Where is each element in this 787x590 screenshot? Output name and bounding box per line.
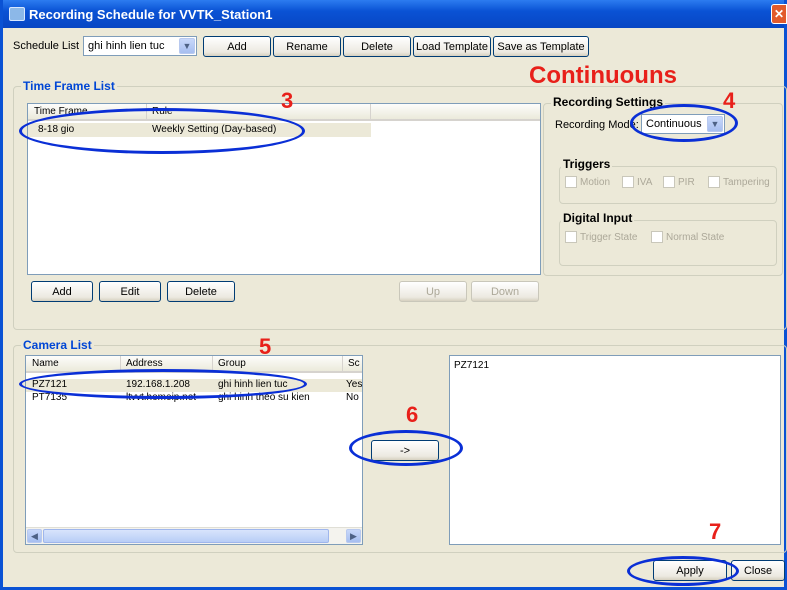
pir-label: PIR — [678, 177, 695, 188]
close-button[interactable]: Close — [731, 560, 785, 581]
trigger-state-checkbox[interactable] — [565, 231, 577, 243]
annotation-number-5: 5 — [259, 334, 272, 359]
load-template-button[interactable]: Load Template — [413, 36, 491, 57]
recording-schedule-window: Recording Schedule for VVTK_Station1 ✕ S… — [0, 0, 787, 590]
annotation-ellipse-arrow-button — [349, 430, 463, 466]
window-title: Recording Schedule for VVTK_Station1 — [29, 6, 273, 22]
time-frame-add-button[interactable]: Add — [31, 281, 93, 302]
annotation-heading: Continuouns — [529, 62, 677, 89]
normal-state-checkbox[interactable] — [651, 231, 663, 243]
save-as-template-button[interactable]: Save as Template — [493, 36, 589, 57]
app-icon — [9, 7, 25, 21]
tampering-label: Tampering — [723, 177, 770, 188]
selected-camera-list[interactable]: PZ7121 — [449, 355, 781, 545]
iva-checkbox[interactable] — [622, 176, 634, 188]
camera-schedule-value: No — [346, 392, 359, 403]
time-frame-down-button[interactable]: Down — [471, 281, 539, 302]
normal-state-label: Normal State — [666, 232, 725, 243]
annotation-ellipse-time-frame — [19, 108, 305, 154]
annotation-number-3: 3 — [281, 88, 294, 113]
chevron-down-icon[interactable]: ▼ — [179, 38, 195, 54]
annotation-number-6: 6 — [406, 402, 419, 427]
schedule-list-select[interactable]: ghi hinh lien tuc ▼ — [83, 36, 197, 56]
motion-label: Motion — [580, 177, 611, 188]
schedule-list-label: Schedule List — [13, 40, 80, 52]
recording-mode-label: Recording Mode: — [555, 119, 639, 131]
selected-camera-item[interactable]: PZ7121 — [454, 360, 489, 371]
col-address[interactable]: Address — [126, 358, 163, 369]
horizontal-scrollbar[interactable]: ◀ ▶ — [26, 527, 362, 544]
time-frame-edit-button[interactable]: Edit — [99, 281, 161, 302]
schedule-delete-button[interactable]: Delete — [343, 36, 411, 57]
annotation-ellipse-camera-row — [19, 369, 307, 399]
digital-input-group — [559, 220, 777, 266]
col-schedule[interactable]: Sc — [348, 358, 360, 369]
close-window-button[interactable]: ✕ — [771, 4, 787, 24]
title-bar[interactable]: Recording Schedule for VVTK_Station1 ✕ — [3, 0, 787, 28]
annotation-ellipse-apply — [627, 556, 739, 586]
camera-schedule-value: Yes — [346, 379, 363, 390]
schedule-add-button[interactable]: Add — [203, 36, 271, 57]
annotation-number-7: 7 — [709, 519, 722, 544]
trigger-state-label: Trigger State — [580, 232, 638, 243]
iva-label: IVA — [637, 177, 653, 188]
recording-settings-title: Recording Settings — [551, 95, 666, 109]
scroll-left-icon[interactable]: ◀ — [27, 529, 42, 543]
triggers-title: Triggers — [561, 157, 613, 171]
annotation-ellipse-recording-mode — [630, 104, 738, 142]
scrollbar-thumb[interactable] — [43, 529, 329, 543]
time-frame-delete-button[interactable]: Delete — [167, 281, 235, 302]
digital-input-title: Digital Input — [561, 211, 635, 225]
col-name[interactable]: Name — [32, 358, 59, 369]
col-group[interactable]: Group — [218, 358, 246, 369]
time-frame-title: Time Frame List — [21, 79, 117, 93]
time-frame-up-button[interactable]: Up — [399, 281, 467, 302]
pir-checkbox[interactable] — [663, 176, 675, 188]
camera-list-title: Camera List — [21, 338, 94, 352]
schedule-list-value: ghi hinh lien tuc — [88, 40, 165, 52]
schedule-rename-button[interactable]: Rename — [273, 36, 341, 57]
motion-checkbox[interactable] — [565, 176, 577, 188]
tampering-checkbox[interactable] — [708, 176, 720, 188]
scroll-right-icon[interactable]: ▶ — [346, 529, 361, 543]
